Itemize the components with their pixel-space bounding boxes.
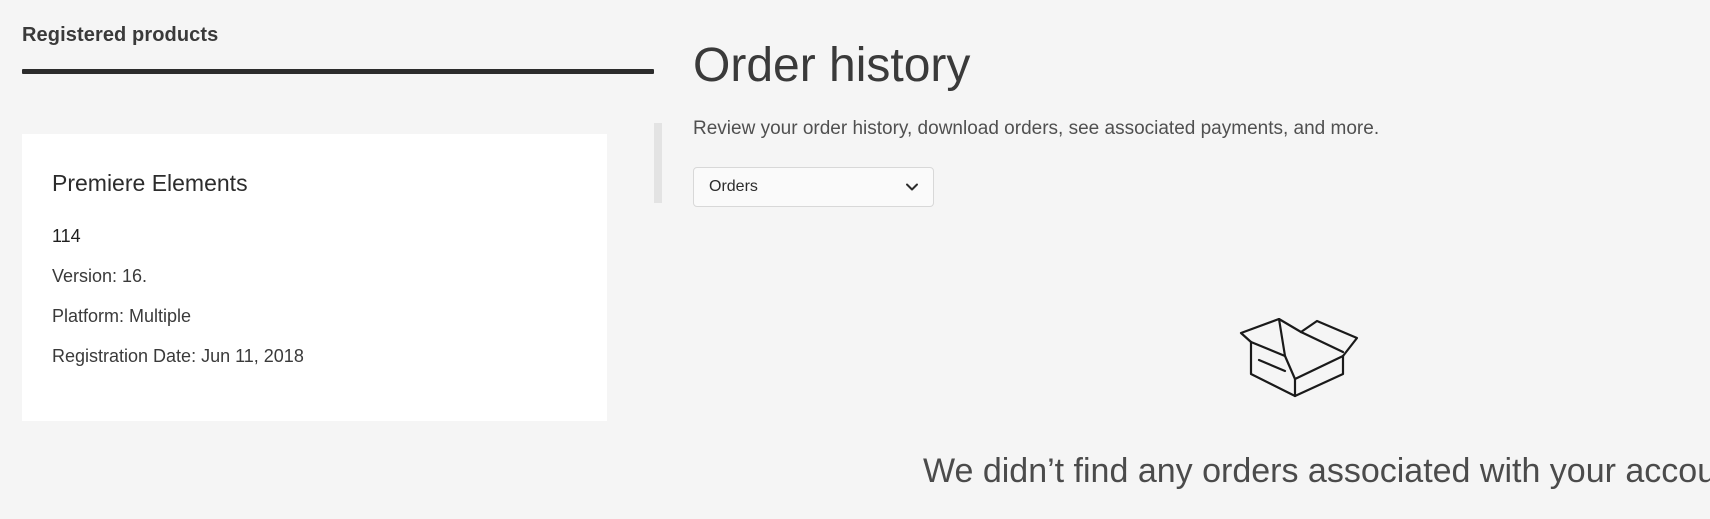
section-divider (654, 123, 662, 203)
chevron-down-icon (905, 182, 919, 192)
empty-state-message: We didn’t find any orders associated wit… (923, 452, 1710, 490)
order-type-dropdown[interactable]: Orders (693, 167, 934, 207)
account-page: Registered products Premiere Elements 11… (0, 0, 1710, 519)
tab-registered-products[interactable]: Registered products (22, 24, 218, 47)
product-platform: Platform: Multiple (52, 306, 192, 326)
order-type-selected: Orders (709, 178, 758, 195)
product-version: Version: 16. (52, 266, 148, 286)
product-card: Premiere Elements 114 Version: 16. Platf… (22, 134, 607, 421)
page-title: Order history (693, 39, 971, 92)
order-history-description: Review your order history, download orde… (693, 118, 1380, 139)
product-id: 114 (52, 226, 81, 246)
open-box-icon (1237, 317, 1363, 419)
product-name: Premiere Elements (52, 170, 248, 196)
product-registration-date: Registration Date: Jun 11, 2018 (52, 346, 304, 366)
tab-active-indicator (22, 69, 654, 74)
